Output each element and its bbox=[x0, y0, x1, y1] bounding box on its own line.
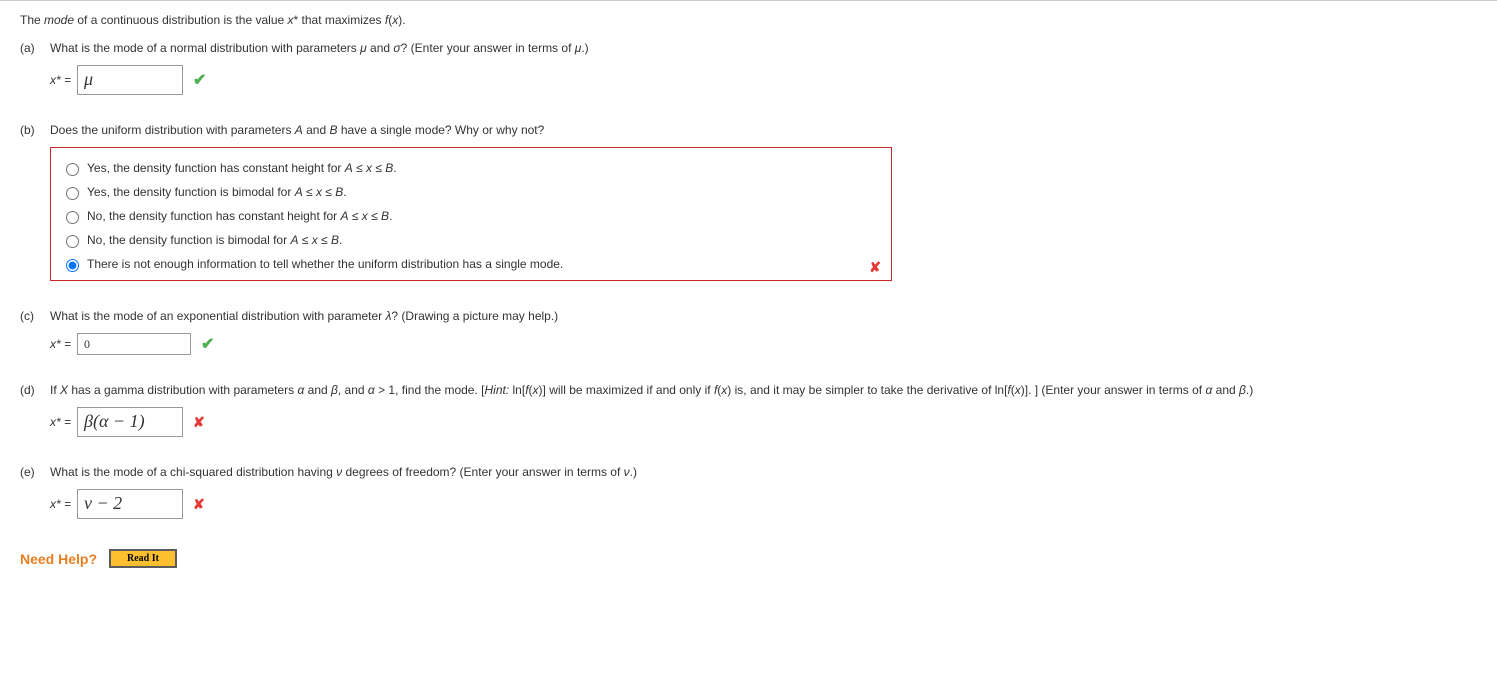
part-e-label: (e) bbox=[20, 465, 50, 479]
part-b-radio-group: Yes, the density function has constant h… bbox=[50, 147, 892, 281]
part-b: (b) Does the uniform distribution with p… bbox=[20, 123, 1477, 281]
part-b-label: (b) bbox=[20, 123, 50, 137]
radio-b-1-label: Yes, the density function is bimodal for… bbox=[87, 185, 347, 199]
part-d-label: (d) bbox=[20, 383, 50, 397]
radio-b-2[interactable] bbox=[66, 211, 79, 224]
need-help-row: Need Help? Read It bbox=[20, 549, 1477, 568]
part-c-xstar: x* = bbox=[50, 337, 71, 351]
part-a-xstar: x* = bbox=[50, 73, 71, 87]
radio-b-0[interactable] bbox=[66, 163, 79, 176]
part-e-answer-input[interactable]: ν − 2 bbox=[77, 489, 183, 519]
part-a: (a) What is the mode of a normal distrib… bbox=[20, 41, 1477, 95]
part-d-xstar: x* = bbox=[50, 415, 71, 429]
x-icon: ✘ bbox=[193, 496, 205, 513]
radio-b-0-label: Yes, the density function has constant h… bbox=[87, 161, 397, 175]
radio-b-2-label: No, the density function has constant he… bbox=[87, 209, 392, 223]
x-icon: ✘ bbox=[869, 259, 881, 276]
part-d-answer-input[interactable]: β(α − 1) bbox=[77, 407, 183, 437]
part-e: (e) What is the mode of a chi-squared di… bbox=[20, 465, 1477, 519]
part-a-question: What is the mode of a normal distributio… bbox=[50, 41, 1477, 55]
part-d: (d) If X has a gamma distribution with p… bbox=[20, 383, 1477, 437]
part-c-question: What is the mode of an exponential distr… bbox=[50, 309, 1477, 323]
problem-intro: The mode of a continuous distribution is… bbox=[20, 13, 1477, 27]
part-d-question: If X has a gamma distribution with param… bbox=[50, 383, 1477, 397]
part-b-question: Does the uniform distribution with param… bbox=[50, 123, 1477, 137]
radio-b-4-label: There is not enough information to tell … bbox=[87, 257, 563, 271]
need-help-label: Need Help? bbox=[20, 551, 97, 567]
part-c-label: (c) bbox=[20, 309, 50, 323]
part-a-label: (a) bbox=[20, 41, 50, 55]
check-icon: ✔ bbox=[201, 334, 214, 354]
radio-b-1[interactable] bbox=[66, 187, 79, 200]
part-e-xstar: x* = bbox=[50, 497, 71, 511]
read-it-button[interactable]: Read It bbox=[109, 549, 177, 568]
radio-b-3[interactable] bbox=[66, 235, 79, 248]
part-a-answer-input[interactable]: μ bbox=[77, 65, 183, 95]
part-c-answer-input[interactable]: 0 bbox=[77, 333, 191, 355]
x-icon: ✘ bbox=[193, 414, 205, 431]
check-icon: ✔ bbox=[193, 70, 206, 90]
part-c: (c) What is the mode of an exponential d… bbox=[20, 309, 1477, 355]
radio-b-3-label: No, the density function is bimodal for … bbox=[87, 233, 342, 247]
radio-b-4[interactable] bbox=[66, 259, 79, 272]
part-e-question: What is the mode of a chi-squared distri… bbox=[50, 465, 1477, 479]
